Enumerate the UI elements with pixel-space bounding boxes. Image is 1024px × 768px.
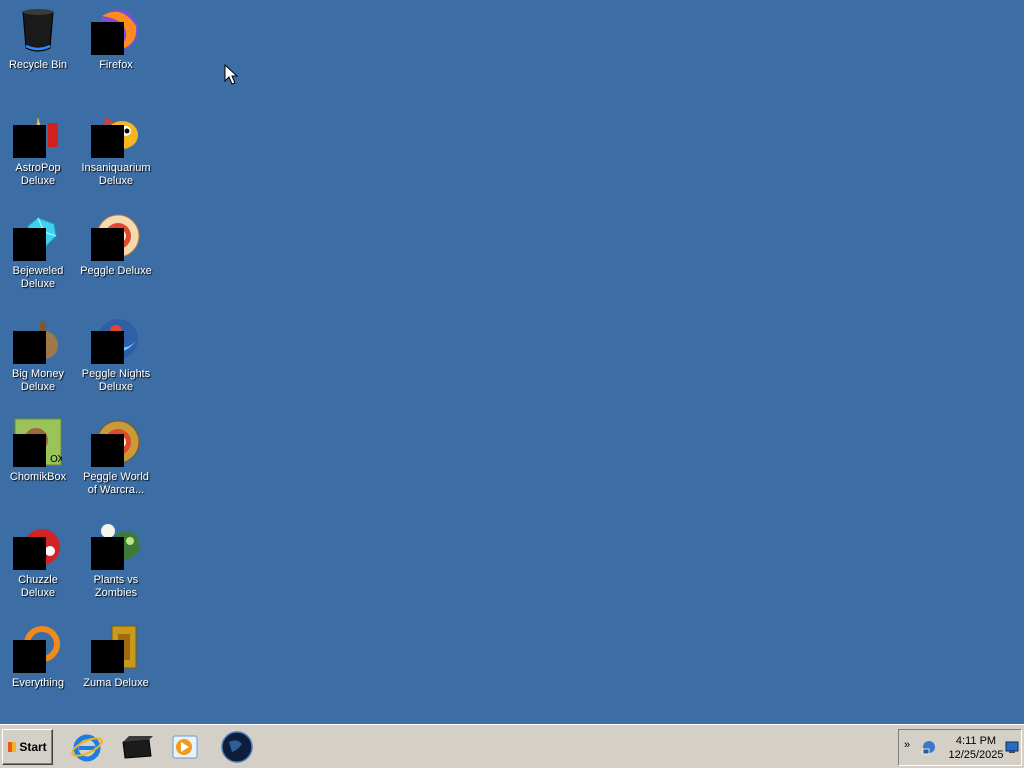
redacted-block: [91, 22, 124, 55]
desktop-icon-astropop[interactable]: AstroPop Deluxe: [0, 105, 76, 201]
redacted-block: [91, 434, 124, 467]
big-money-icon: [13, 315, 62, 364]
taskbar: Start » 4:11 PM 12/25/2025: [0, 724, 1024, 768]
peggle-nights-icon: [91, 315, 140, 364]
icon-label: Chuzzle Deluxe: [18, 574, 58, 599]
quick-launch-media-player[interactable]: [168, 730, 202, 764]
desktop-icon-chuzzle[interactable]: Chuzzle Deluxe: [0, 517, 76, 613]
redacted-block: [13, 537, 46, 570]
icon-label: Peggle World of Warcra...: [83, 471, 149, 496]
start-label: Start: [19, 740, 47, 754]
desktop-icon-insaniquarium[interactable]: Insaniquarium Deluxe: [78, 105, 154, 201]
icon-label: AstroPop Deluxe: [15, 162, 61, 187]
desktop[interactable]: Recycle Bin AstroPop Deluxe Bejeweled De…: [0, 0, 1024, 724]
clock-time[interactable]: 4:11 PM: [941, 735, 1011, 747]
everything-icon: [13, 624, 62, 673]
quick-launch-internet-explorer[interactable]: [70, 730, 104, 764]
zuma-icon: [91, 624, 140, 673]
svg-text:OX: OX: [50, 454, 62, 465]
windows-flag-icon: [8, 742, 17, 752]
icon-label: Insaniquarium Deluxe: [81, 162, 151, 187]
system-tray: » 4:11 PM 12/25/2025: [898, 729, 1022, 766]
internet-explorer-icon: [71, 734, 103, 762]
icon-label: ChomikBox: [9, 471, 67, 483]
icon-label: Everything: [12, 677, 64, 689]
desktop-icon-everything[interactable]: Everything: [0, 620, 76, 716]
desktop-icon-firefox[interactable]: Firefox: [78, 2, 154, 98]
bejeweled-icon: [13, 212, 62, 261]
redacted-block: [91, 537, 124, 570]
icon-label: Peggle Nights Deluxe: [81, 368, 151, 393]
chomikbox-icon: OX: [13, 418, 62, 467]
redacted-block: [13, 640, 46, 673]
desktop-icon-peggle[interactable]: Peggle Deluxe: [78, 208, 154, 304]
redacted-block: [13, 125, 46, 158]
insaniquarium-icon: [91, 109, 140, 158]
firefox-icon: [91, 6, 140, 55]
show-desktop-icon[interactable]: [1005, 740, 1019, 754]
peggle-wow-icon: [91, 418, 140, 467]
redacted-block: [91, 228, 124, 261]
recycle-bin-icon: [14, 6, 62, 54]
redacted-block: [91, 640, 124, 673]
desktop-icon-plants-vs-zombies[interactable]: Plants vs Zombies: [78, 517, 154, 613]
redacted-block: [13, 434, 46, 467]
icon-label: Firefox: [99, 59, 133, 71]
icon-label: Big Money Deluxe: [12, 368, 64, 393]
network-icon[interactable]: [921, 739, 937, 755]
desktop-icon-peggle-wow[interactable]: Peggle World of Warcra...: [78, 414, 154, 510]
icon-label: Peggle Deluxe: [80, 265, 152, 277]
redacted-block: [91, 331, 124, 364]
desktop-icon-bejeweled[interactable]: Bejeweled Deluxe: [0, 208, 76, 304]
peggle-icon: [91, 212, 140, 261]
redacted-block: [13, 228, 46, 261]
desktop-icon-chomikbox[interactable]: OX ChomikBox: [0, 414, 76, 510]
icon-label: Plants vs Zombies: [93, 574, 139, 599]
tray-expand-chevron-icon[interactable]: »: [904, 740, 910, 751]
chuzzle-icon: [13, 521, 62, 570]
terminal-icon: [122, 736, 153, 759]
icon-label: Recycle Bin: [8, 59, 68, 71]
media-player-icon: [172, 735, 198, 759]
plants-vs-zombies-icon: [91, 521, 140, 570]
start-button[interactable]: Start: [2, 729, 53, 765]
clock-date[interactable]: 12/25/2025: [941, 749, 1011, 761]
desktop-icon-big-money[interactable]: Big Money Deluxe: [0, 311, 76, 407]
astropop-icon: [13, 109, 62, 158]
redacted-block: [91, 125, 124, 158]
desktop-icon-zuma[interactable]: Zuma Deluxe: [78, 620, 154, 716]
icon-label: Bejeweled Deluxe: [12, 265, 64, 290]
icon-label: Zuma Deluxe: [83, 677, 149, 689]
quick-launch-globe[interactable]: [220, 730, 254, 764]
redacted-block: [13, 331, 46, 364]
desktop-icon-recycle-bin[interactable]: Recycle Bin: [0, 2, 76, 98]
mouse-pointer-icon: [224, 64, 238, 85]
globe-icon: [221, 731, 253, 763]
desktop-icon-peggle-nights[interactable]: Peggle Nights Deluxe: [78, 311, 154, 407]
quick-launch-terminal[interactable]: [119, 730, 153, 764]
